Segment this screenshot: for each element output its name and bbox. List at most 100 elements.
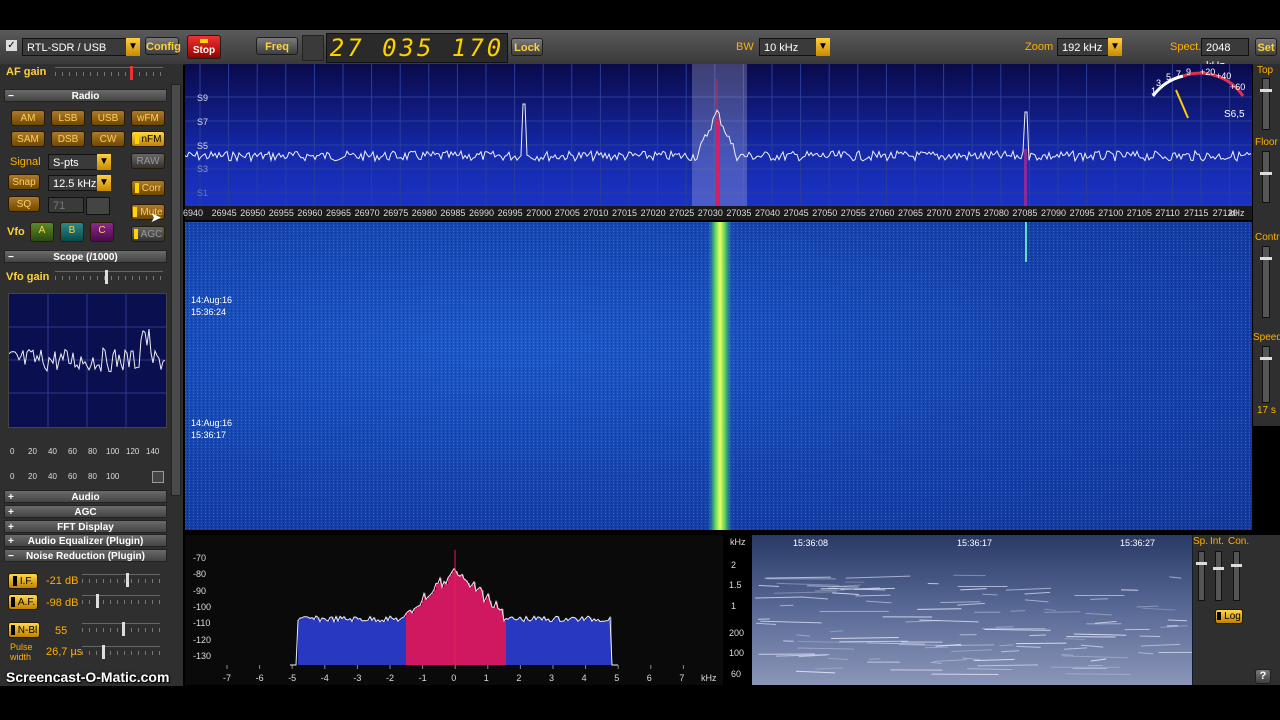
vfo-c-button[interactable]: C bbox=[90, 222, 114, 242]
vfo-gain-slider[interactable] bbox=[55, 270, 163, 284]
set-button[interactable]: Set bbox=[1255, 38, 1277, 56]
speed-slider[interactable] bbox=[1260, 346, 1272, 403]
nr-af-button[interactable]: A.F. bbox=[8, 594, 38, 610]
freq-tick: 27070 bbox=[926, 208, 952, 218]
meter-scale-9: 9 bbox=[1186, 67, 1192, 77]
vfo-a-button[interactable]: A bbox=[30, 222, 54, 242]
freq-tick: 26955 bbox=[268, 208, 294, 218]
mode-dsb-button[interactable]: DSB bbox=[51, 131, 85, 147]
sq-button[interactable]: SQ bbox=[8, 196, 40, 212]
voice-time-2: 15:36:17 bbox=[957, 538, 993, 548]
snap-button[interactable]: Snap bbox=[8, 174, 40, 190]
scope-section-header[interactable]: − Scope (/1000) bbox=[4, 250, 167, 263]
nr-if-button[interactable]: I.F. bbox=[8, 573, 38, 589]
signal-dropdown-icon[interactable]: ▼ bbox=[97, 154, 111, 170]
agc-button[interactable]: AGC bbox=[131, 226, 165, 242]
nbi-led-icon bbox=[10, 625, 15, 636]
device-select[interactable]: RTL-SDR / USB bbox=[22, 38, 130, 56]
contr-slider[interactable] bbox=[1260, 246, 1272, 318]
floor-slider[interactable] bbox=[1260, 151, 1272, 203]
device-dropdown-icon[interactable]: ▼ bbox=[126, 38, 140, 56]
freq-tick: 27105 bbox=[1126, 208, 1152, 218]
audio-x-tick: 4 bbox=[581, 673, 587, 683]
freq-button[interactable]: Freq bbox=[256, 37, 298, 55]
rf-spectrum-display[interactable]: S9 S7 S5 S3 S1 1 3 5 7 9 +20 +40 +60 S6,… bbox=[185, 64, 1252, 206]
raw-button[interactable]: RAW bbox=[131, 153, 165, 169]
audio-section-header[interactable]: + Audio bbox=[4, 490, 167, 503]
meter-scale-40: +40 bbox=[1216, 71, 1232, 81]
lock-button[interactable]: Lock bbox=[511, 38, 543, 56]
freq-tick: 27015 bbox=[612, 208, 638, 218]
freq-tick: 26985 bbox=[440, 208, 466, 218]
top-slider[interactable] bbox=[1260, 78, 1272, 130]
freq-tick: 26975 bbox=[383, 208, 409, 218]
nr-af-slider[interactable] bbox=[82, 594, 160, 608]
log-led-icon bbox=[1217, 612, 1222, 621]
time-stamp-1-time: 15:36:24 bbox=[191, 307, 227, 317]
audio-x-tick: 7 bbox=[679, 673, 685, 683]
scope-trace bbox=[8, 294, 166, 427]
left-scrollbar[interactable] bbox=[171, 84, 181, 496]
audio-y-tick: -110 bbox=[193, 618, 211, 629]
zoom-select[interactable]: 192 kHz bbox=[1057, 38, 1109, 56]
audio-x-tick: -3 bbox=[353, 673, 362, 683]
freq-tick: 27045 bbox=[783, 208, 809, 218]
sq-stepper[interactable] bbox=[86, 197, 110, 215]
freq-tick: 26970 bbox=[354, 208, 380, 218]
scope-checkbox[interactable] bbox=[152, 471, 164, 483]
freq-tick: 27010 bbox=[583, 208, 609, 218]
freq-tick: 27040 bbox=[755, 208, 781, 218]
config-button[interactable]: Config bbox=[145, 37, 181, 55]
spect-select[interactable]: 2048 kHz bbox=[1201, 38, 1249, 72]
int-slider[interactable] bbox=[1213, 551, 1224, 601]
mode-wfm-button[interactable]: wFM bbox=[131, 110, 165, 126]
zoom-dropdown-icon[interactable]: ▼ bbox=[1108, 38, 1122, 56]
corr-button[interactable]: Corr bbox=[131, 180, 165, 196]
af-led-icon bbox=[10, 597, 15, 608]
waterfall-graph bbox=[185, 222, 1252, 530]
audio-spectrum-display[interactable]: -70 -80 -90 -100 -110 -120 -130 -7 -6 -5 -4 -3 -2 -1… bbox=[185, 535, 723, 685]
rf-waterfall-display[interactable]: 14:Aug:16 15:36:24 14:Aug:16 15:36:17 bbox=[185, 222, 1252, 530]
snap-dropdown-icon[interactable]: ▼ bbox=[97, 175, 111, 191]
sq-value[interactable]: 71 bbox=[48, 197, 84, 213]
mode-nfm-button[interactable]: nFM bbox=[131, 131, 165, 147]
freq-tick: 27080 bbox=[983, 208, 1009, 218]
help-button[interactable]: ? bbox=[1255, 669, 1271, 684]
sp-slider[interactable] bbox=[1196, 551, 1207, 601]
af-gain-slider[interactable] bbox=[55, 66, 163, 80]
agc-section-header[interactable]: + AGC bbox=[4, 505, 167, 518]
audio-waterfall-display[interactable]: kHz 2 1.5 1 200 100 60 15:36:08 15:36:17… bbox=[727, 535, 1193, 685]
frequency-display[interactable]: 27 035 170 bbox=[326, 33, 508, 63]
eq-section-header[interactable]: + Audio Equalizer (Plugin) bbox=[4, 534, 167, 547]
nr-nbi-value: 55 bbox=[55, 625, 68, 637]
freq-tick: 27065 bbox=[898, 208, 924, 218]
nr-section-header[interactable]: − Noise Reduction (Plugin) bbox=[4, 549, 167, 562]
scope-axis-2: 0 20 40 60 80 100 bbox=[10, 472, 120, 481]
mode-usb-button[interactable]: USB bbox=[91, 110, 125, 126]
mode-cw-button[interactable]: CW bbox=[91, 131, 125, 147]
pulse-width-slider[interactable] bbox=[82, 645, 160, 659]
signal-select[interactable]: S-pts bbox=[48, 154, 98, 170]
frequency-scale[interactable]: 6940 26945 26950 26955 26960 26965 26970 26975 2… bbox=[183, 206, 1252, 220]
nr-nbi-slider[interactable] bbox=[82, 622, 160, 636]
snap-select[interactable]: 12.5 kHz bbox=[48, 175, 98, 191]
mode-sam-button[interactable]: SAM bbox=[11, 131, 45, 147]
fft-section-header[interactable]: + FFT Display bbox=[4, 520, 167, 533]
mode-lsb-button[interactable]: LSB bbox=[51, 110, 85, 126]
bw-dropdown-icon[interactable]: ▼ bbox=[816, 38, 830, 56]
s-meter-needle bbox=[1175, 89, 1189, 119]
vfo-b-button[interactable]: B bbox=[60, 222, 84, 242]
nr-nbi-button[interactable]: N-Bl bbox=[8, 622, 40, 638]
meter-scale-3: 3 bbox=[1156, 78, 1162, 88]
freq-tick: 26980 bbox=[411, 208, 437, 218]
mode-am-button[interactable]: AM bbox=[11, 110, 45, 126]
bw-select[interactable]: 10 kHz bbox=[759, 38, 817, 56]
time-stamp-2-date: 14:Aug:16 bbox=[191, 418, 233, 428]
nr-if-slider[interactable] bbox=[82, 573, 160, 587]
device-checkbox[interactable]: ✓ bbox=[6, 40, 17, 51]
con-slider[interactable] bbox=[1231, 551, 1242, 601]
voice-y-15: 1.5 bbox=[729, 580, 742, 590]
radio-section-header[interactable]: − Radio bbox=[4, 89, 167, 102]
signal-label: Signal bbox=[10, 156, 41, 168]
log-button[interactable]: Log bbox=[1215, 609, 1243, 624]
